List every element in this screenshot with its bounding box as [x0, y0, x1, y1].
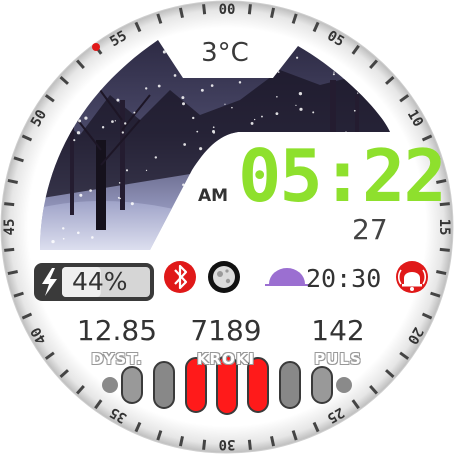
watch-face: 00 05 10 15 20 25 30 35 40 45 50 55 3°C …	[0, 0, 454, 454]
activity-bar	[121, 366, 143, 404]
alarm-time: 20:30	[306, 264, 382, 293]
distance-label: DYST.	[91, 350, 143, 368]
activity-end-dot	[102, 377, 118, 393]
minute-tick	[439, 247, 450, 252]
minute-tick	[4, 247, 15, 252]
bluetooth-icon	[164, 261, 196, 293]
bezel-numeral: 45	[2, 219, 18, 236]
seconds-marker	[92, 43, 100, 51]
temperature-label: 3°C	[201, 38, 249, 68]
activity-bar	[279, 361, 301, 409]
activity-bar	[153, 361, 175, 409]
minute-tick	[247, 4, 252, 15]
minute-tick	[178, 7, 184, 18]
minute-tick	[7, 270, 18, 276]
am-pm-indicator: AM	[198, 186, 229, 206]
bezel-numeral: 00	[219, 2, 236, 18]
distance-value: 12.85	[76, 314, 158, 347]
minute-tick	[202, 4, 207, 15]
moon-phase-icon	[208, 261, 240, 293]
pulse-value: 142	[311, 314, 365, 347]
pulse-label: PULS	[314, 350, 362, 368]
minute-tick	[270, 7, 276, 18]
minute-tick	[247, 439, 252, 450]
time-display: 05:22	[238, 134, 447, 218]
steps-value: 7189	[190, 314, 262, 347]
minute-tick	[202, 439, 207, 450]
activity-bar	[311, 366, 333, 404]
minute-tick	[436, 270, 447, 276]
bezel-numeral: 30	[219, 436, 236, 452]
minute-tick	[4, 202, 15, 207]
minute-tick	[178, 436, 184, 447]
seconds-display: 27	[352, 213, 388, 246]
minute-tick	[270, 436, 276, 447]
bezel-numeral: 15	[436, 219, 452, 236]
activity-end-dot	[336, 377, 352, 393]
alarm-icon	[396, 261, 428, 293]
steps-label: KROKI	[196, 350, 256, 368]
minute-tick	[7, 178, 18, 184]
battery-percent: 44%	[72, 267, 128, 296]
